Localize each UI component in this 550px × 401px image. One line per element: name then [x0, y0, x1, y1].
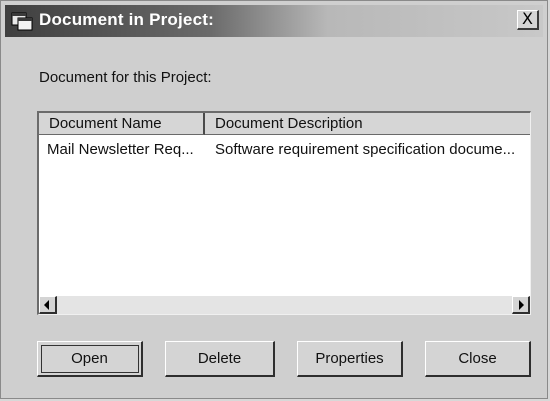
column-header-document-name[interactable]: Document Name: [39, 113, 205, 135]
dialog-window: Document in Project: X Document for this…: [0, 0, 548, 399]
scroll-left-button[interactable]: [39, 296, 57, 314]
documents-group-label: Document for this Project:: [39, 69, 212, 86]
documents-list-view[interactable]: Document Name Document Description Mail …: [37, 111, 531, 315]
table-row[interactable]: Mail Newsletter Req... Software requirem…: [39, 139, 530, 161]
list-header: Document Name Document Description: [39, 113, 530, 135]
arrow-right-icon: [519, 300, 524, 310]
column-header-document-description[interactable]: Document Description: [205, 113, 530, 135]
document-window-icon: [11, 11, 33, 31]
window-title: Document in Project:: [39, 10, 214, 29]
document-description-cell: Software requirement specification docum…: [215, 141, 516, 158]
close-window-button[interactable]: X: [517, 10, 539, 30]
title-bar[interactable]: Document in Project: X: [5, 5, 543, 37]
delete-button[interactable]: Delete: [165, 341, 275, 377]
close-icon: X: [522, 9, 533, 28]
arrow-left-icon: [44, 300, 49, 310]
open-button[interactable]: Open: [37, 341, 143, 377]
horizontal-scrollbar[interactable]: [39, 296, 530, 314]
document-name-cell: Mail Newsletter Req...: [47, 141, 194, 158]
scroll-right-button[interactable]: [512, 296, 530, 314]
close-button[interactable]: Close: [425, 341, 531, 377]
properties-button[interactable]: Properties: [297, 341, 403, 377]
